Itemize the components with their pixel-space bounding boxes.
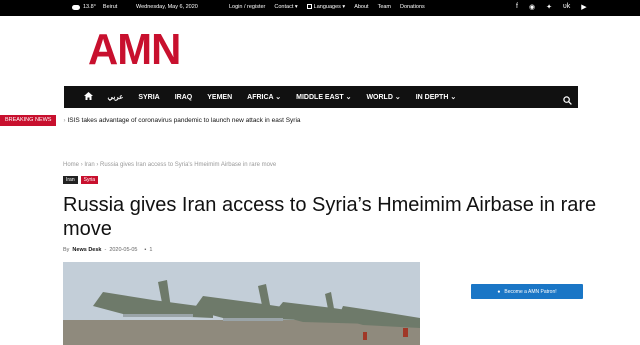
breadcrumb-current: Russia gives Iran access to Syria's Hmei… xyxy=(100,162,277,168)
breaking-news-badge: BREAKING NEWS xyxy=(0,115,57,126)
weather-widget: 13.8° Beirut xyxy=(72,4,117,10)
chevron-down-icon: ⌄ xyxy=(394,94,401,101)
nav-item-iraq[interactable]: IRAQ xyxy=(167,94,200,101)
author-name[interactable]: News Desk xyxy=(72,247,101,253)
breaking-news-bar: BREAKING NEWS › ISIS takes advantage of … xyxy=(0,115,301,126)
tag-iran[interactable]: Iran xyxy=(63,176,78,184)
facebook-icon[interactable]: f xyxy=(516,3,518,11)
temperature: 13.8° xyxy=(83,4,96,10)
youtube-icon[interactable]: ▶ xyxy=(581,3,586,11)
nav-item-syria[interactable]: SYRIA xyxy=(131,94,167,101)
login-register-link[interactable]: Login / register xyxy=(229,4,265,10)
become-patron-button[interactable]: ● Become a AMN Patron! xyxy=(471,284,583,299)
about-link[interactable]: About xyxy=(354,4,368,10)
city-name: Beirut xyxy=(102,4,118,10)
nav-item-in-depth[interactable]: IN DEPTH ⌄ xyxy=(408,93,464,101)
flag-icon xyxy=(306,4,312,9)
team-link[interactable]: Team xyxy=(378,4,391,10)
patron-label: Become a AMN Patron! xyxy=(504,288,557,295)
top-bar: 13.8° Beirut Wednesday, May 6, 2020 Logi… xyxy=(0,0,640,16)
breaking-headline[interactable]: ISIS takes advantage of coronavirus pand… xyxy=(67,117,300,124)
donations-link[interactable]: Donations xyxy=(400,4,425,10)
breadcrumb-category[interactable]: Iran xyxy=(84,162,94,168)
top-links: Login / register Contact ▾ Languages ▾ A… xyxy=(229,4,425,10)
breadcrumb-home[interactable]: Home xyxy=(63,162,79,168)
home-icon[interactable] xyxy=(76,92,100,102)
cloud-icon xyxy=(72,4,80,10)
nav-item-yemen[interactable]: YEMEN xyxy=(200,94,240,101)
nav-item-middle-east[interactable]: MIDDLE EAST ⌄ xyxy=(289,93,359,101)
nav-item-africa[interactable]: AFRICA ⌄ xyxy=(240,93,289,101)
article-title: Russia gives Iran access to Syria’s Hmei… xyxy=(63,194,597,240)
article-meta: By News Desk - 2020-05-05 ▪ 1 xyxy=(63,247,152,253)
meta-separator: - xyxy=(104,247,107,253)
current-date: Wednesday, May 6, 2020 xyxy=(136,4,198,10)
byline-prefix: By xyxy=(63,247,70,253)
patreon-icon: ● xyxy=(497,288,501,295)
twitter-icon[interactable]: ✦ xyxy=(546,3,552,11)
social-links: f ◉ ✦ ʋk ▶ xyxy=(516,3,587,11)
breadcrumb: Home › Iran › Russia gives Iran access t… xyxy=(63,162,276,168)
chevron-right-icon: › xyxy=(63,117,66,124)
category-tags: Iran Syria xyxy=(63,176,99,184)
tag-syria[interactable]: Syria xyxy=(80,176,99,184)
publish-date: 2020-05-05 xyxy=(109,247,138,253)
vk-icon[interactable]: ʋk xyxy=(563,3,570,11)
nav-item-world[interactable]: WORLD ⌄ xyxy=(359,93,408,101)
comment-icon[interactable]: ▪ xyxy=(144,247,146,253)
reddit-icon[interactable]: ◉ xyxy=(529,3,535,11)
search-icon[interactable] xyxy=(563,92,572,110)
contact-link[interactable]: Contact ▾ xyxy=(274,4,297,10)
article-image xyxy=(63,262,420,345)
chevron-down-icon: ⌄ xyxy=(450,94,457,101)
languages-link[interactable]: Languages ▾ xyxy=(306,4,345,10)
comment-count[interactable]: 1 xyxy=(149,247,152,253)
chevron-down-icon: ⌄ xyxy=(275,94,282,101)
site-logo[interactable]: AMN xyxy=(88,28,181,72)
main-nav: عربي SYRIA IRAQ YEMEN AFRICA ⌄ MIDDLE EA… xyxy=(64,86,578,108)
nav-item-arabic[interactable]: عربي xyxy=(100,93,131,101)
chevron-down-icon: ⌄ xyxy=(345,94,352,101)
